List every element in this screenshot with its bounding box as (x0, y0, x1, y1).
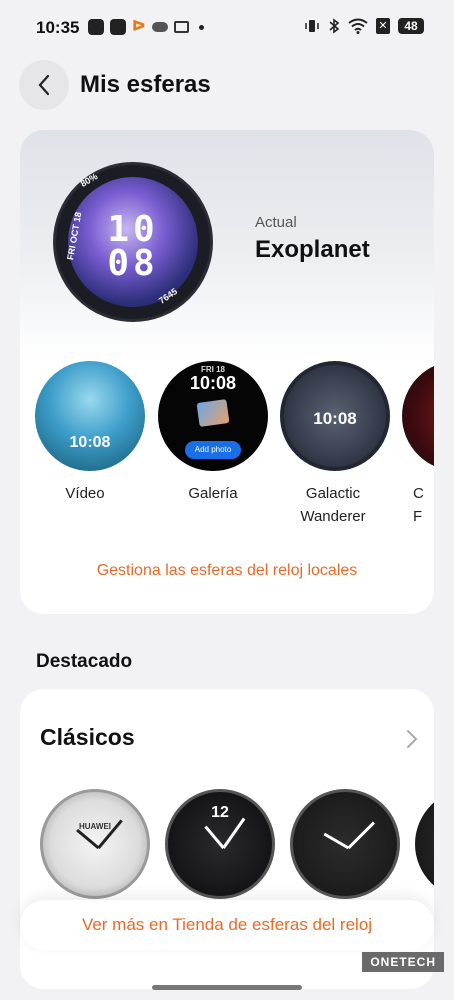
face-label-video: Vídeo (65, 485, 105, 502)
watch-numeral: 12 (211, 804, 229, 821)
current-watch-face[interactable]: 10 08 80% FRI OCT 18 7645 (53, 162, 213, 322)
back-button[interactable] (19, 60, 69, 110)
cloud-icon (151, 22, 168, 32)
watch-hand (347, 821, 376, 850)
face-time: 10:08 (189, 373, 237, 393)
face-thumbnail-video[interactable]: 10:08 (35, 361, 145, 471)
face-label-partial: C F (413, 485, 424, 525)
battery-icon: 48 (398, 18, 424, 34)
watch-minute: 08 (107, 243, 159, 284)
featured-watch-face[interactable] (415, 789, 434, 899)
brand-text: HUAWEI (79, 822, 111, 831)
store-button[interactable]: Ver más en Tienda de esferas del reloj (20, 900, 434, 950)
wifi-icon (348, 18, 368, 34)
home-indicator[interactable] (152, 985, 302, 990)
chevron-right-icon[interactable] (406, 729, 418, 749)
status-bar: 10:35 ᐅ ✕ 48 (0, 0, 454, 58)
watermark: ONETECH (362, 952, 444, 972)
featured-watch-face[interactable]: HUAWEI (40, 789, 150, 899)
more-dot-icon (198, 24, 204, 30)
tag-icon: ᐅ (132, 18, 146, 35)
watch-hand (204, 825, 225, 849)
app-notification-icon (110, 19, 126, 35)
face-label-galactic-wanderer: Galactic Wanderer (300, 485, 366, 525)
page-title: Mis esferas (80, 71, 211, 98)
current-label: Actual (255, 214, 297, 231)
face-thumbnail-galactic-wanderer[interactable]: 10:08 (280, 361, 390, 471)
bluetooth-icon (329, 18, 340, 34)
watch-hand (76, 828, 100, 850)
system-icons: ✕ 48 (304, 18, 424, 34)
no-sim-icon: ✕ (376, 18, 390, 34)
current-face-name: Exoplanet (255, 236, 370, 263)
add-photo-button[interactable]: Add photo (185, 441, 241, 459)
face-time: 10:08 (69, 434, 111, 451)
chevron-left-icon (38, 74, 50, 96)
vibrate-icon (305, 20, 319, 32)
featured-watch-face[interactable] (290, 789, 400, 899)
app-notification-icon (88, 19, 104, 35)
manage-local-faces-link[interactable]: Gestiona las esferas del reloj locales (20, 562, 434, 580)
face-thumbnail-gallery[interactable]: FRI 18 10:08 Add photo (158, 361, 268, 471)
featured-watch-face[interactable]: 12 (165, 789, 275, 899)
face-thumbnail-partial[interactable] (402, 361, 434, 471)
face-time: 10:08 (313, 409, 357, 428)
face-label-gallery: Galería (188, 485, 238, 502)
notification-icons: ᐅ (88, 19, 204, 35)
watch-hand (323, 832, 350, 850)
photo-icon (196, 399, 230, 427)
section-title-featured: Destacado (36, 651, 133, 672)
collection-title[interactable]: Clásicos (40, 724, 135, 751)
watch-hand (222, 817, 246, 849)
status-time: 10:35 (36, 18, 80, 37)
watch-faces-card: 10 08 80% FRI OCT 18 7645 Actual Exoplan… (20, 130, 434, 614)
camera-icon (173, 21, 189, 33)
